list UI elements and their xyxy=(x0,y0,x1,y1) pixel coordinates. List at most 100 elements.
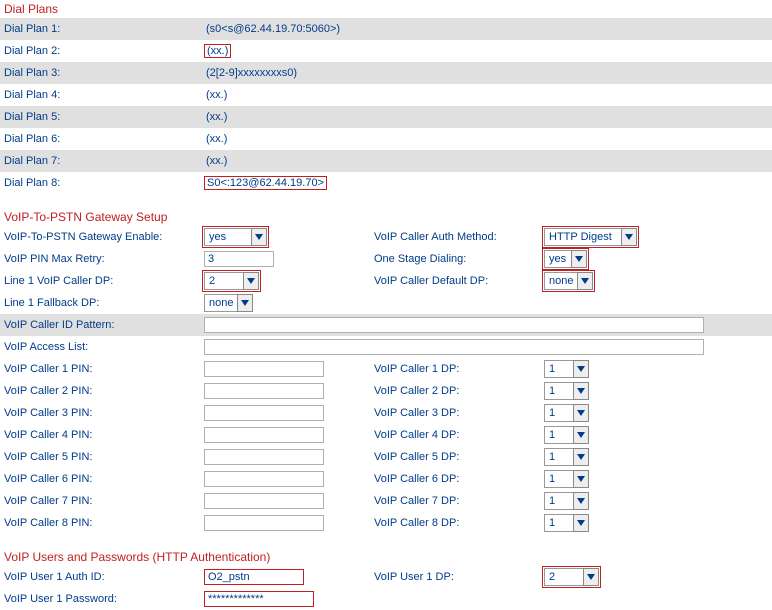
select-gw-enable[interactable]: yes xyxy=(204,228,267,246)
caller-dp-select[interactable]: 1 xyxy=(544,470,589,488)
caller-pin-label: VoIP Caller 3 PIN: xyxy=(4,407,204,419)
caller-dp-label: VoIP Caller 3 DP: xyxy=(374,407,544,419)
caller-row: VoIP Caller 5 PIN:VoIP Caller 5 DP:1 xyxy=(0,446,772,468)
label-pin-retry: VoIP PIN Max Retry: xyxy=(4,253,204,265)
caller-dp-label: VoIP Caller 7 DP: xyxy=(374,495,544,507)
caller-row: VoIP Caller 1 PIN: VoIP Caller 1 DP:1 xyxy=(0,358,772,380)
label-access-list: VoIP Access List: xyxy=(4,341,204,353)
dial-plan-value[interactable]: (xx.) xyxy=(204,44,231,58)
dial-plan-value[interactable]: (xx.) xyxy=(204,89,227,101)
dial-plan-row: Dial Plan 3:(2[2-9]xxxxxxxxs0) xyxy=(0,62,772,84)
caller-row: VoIP Caller 6 PIN: VoIP Caller 6 DP:1 xyxy=(0,468,772,490)
label-line1-dp: Line 1 VoIP Caller DP: xyxy=(4,275,204,287)
caller-pin-label: VoIP Caller 2 PIN: xyxy=(4,385,204,397)
caller-row: VoIP Caller 2 PIN: VoIP Caller 2 DP:1 xyxy=(0,380,772,402)
caller-pin-label: VoIP Caller 1 PIN: xyxy=(4,363,204,375)
caller-pin-label: VoIP Caller 8 PIN: xyxy=(4,517,204,529)
caller-pin-input[interactable] xyxy=(204,361,324,377)
dial-plan-value[interactable]: (2[2-9]xxxxxxxxs0) xyxy=(204,67,297,79)
caller-pin-input[interactable] xyxy=(204,471,324,487)
row-user1-auth: VoIP User 1 Auth ID: VoIP User 1 DP: 2 xyxy=(0,566,772,588)
chevron-down-icon xyxy=(577,272,593,290)
caller-pin-input[interactable] xyxy=(204,449,324,465)
dial-plan-row: Dial Plan 2:(xx.) xyxy=(0,40,772,62)
dial-plan-value[interactable]: (s0<s@62.44.19.70:5060>) xyxy=(204,23,340,35)
dial-plan-row: Dial Plan 4:(xx.) xyxy=(0,84,772,106)
select-one-stage[interactable]: yes xyxy=(544,250,587,268)
caller-pin-label: VoIP Caller 4 PIN: xyxy=(4,429,204,441)
caller-pin-input[interactable] xyxy=(204,383,324,399)
caller-dp-label: VoIP Caller 2 DP: xyxy=(374,385,544,397)
select-auth-method[interactable]: HTTP Digest xyxy=(544,228,637,246)
caller-dp-label: VoIP Caller 1 DP: xyxy=(374,363,544,375)
row-cid-pattern: VoIP Caller ID Pattern: xyxy=(0,314,772,336)
chevron-down-icon xyxy=(573,448,589,466)
chevron-down-icon xyxy=(573,470,589,488)
section-voip-gw: VoIP-To-PSTN Gateway Setup xyxy=(0,208,772,226)
caller-dp-select[interactable]: 1 xyxy=(544,492,589,510)
caller-row: VoIP Caller 7 PIN: VoIP Caller 7 DP:1 xyxy=(0,490,772,512)
caller-pin-label: VoIP Caller 7 PIN: xyxy=(4,495,204,507)
dial-plan-label: Dial Plan 8: xyxy=(4,177,204,189)
caller-pin-label: VoIP Caller 6 PIN: xyxy=(4,473,204,485)
caller-row: VoIP Caller 4 PIN: VoIP Caller 4 DP:1 xyxy=(0,424,772,446)
row-line1-fb: Line 1 Fallback DP: none xyxy=(0,292,772,314)
dial-plan-row: Dial Plan 1:(s0<s@62.44.19.70:5060>) xyxy=(0,18,772,40)
dial-plan-row: Dial Plan 5:(xx.) xyxy=(0,106,772,128)
row-access-list: VoIP Access List: xyxy=(0,336,772,358)
caller-pin-input[interactable] xyxy=(204,405,324,421)
input-pin-retry[interactable] xyxy=(204,251,274,267)
select-default-dp[interactable]: none xyxy=(544,272,593,290)
row-line1-dp: Line 1 VoIP Caller DP: 2 VoIP Caller Def… xyxy=(0,270,772,292)
caller-pin-input[interactable] xyxy=(204,515,324,531)
label-default-dp: VoIP Caller Default DP: xyxy=(374,275,544,287)
chevron-down-icon xyxy=(573,514,589,532)
chevron-down-icon xyxy=(237,294,253,312)
caller-pin-input[interactable] xyxy=(204,427,324,443)
select-user1-dp[interactable]: 2 xyxy=(544,568,599,586)
select-line1-fb[interactable]: none xyxy=(204,294,253,312)
dial-plan-label: Dial Plan 2: xyxy=(4,45,204,57)
chevron-down-icon xyxy=(251,228,267,246)
input-user1-auth[interactable] xyxy=(204,569,304,585)
input-cid-pattern[interactable] xyxy=(204,317,704,333)
caller-dp-select[interactable]: 1 xyxy=(544,404,589,422)
label-cid-pattern: VoIP Caller ID Pattern: xyxy=(4,319,204,331)
chevron-down-icon xyxy=(573,404,589,422)
row-gw-enable: VoIP-To-PSTN Gateway Enable: yes VoIP Ca… xyxy=(0,226,772,248)
dial-plan-value[interactable]: (xx.) xyxy=(204,111,227,123)
caller-dp-select[interactable]: 1 xyxy=(544,382,589,400)
dial-plan-label: Dial Plan 3: xyxy=(4,67,204,79)
caller-pin-input[interactable] xyxy=(204,493,324,509)
caller-dp-select[interactable]: 1 xyxy=(544,426,589,444)
dial-plan-label: Dial Plan 1: xyxy=(4,23,204,35)
label-one-stage: One Stage Dialing: xyxy=(374,253,544,265)
row-pin-retry: VoIP PIN Max Retry: One Stage Dialing: y… xyxy=(0,248,772,270)
dial-plan-label: Dial Plan 4: xyxy=(4,89,204,101)
dial-plan-value[interactable]: S0<:123@62.44.19.70> xyxy=(204,176,327,190)
dial-plan-row: Dial Plan 8:S0<:123@62.44.19.70> xyxy=(0,172,772,194)
label-user1-pw: VoIP User 1 Password: xyxy=(4,593,204,605)
caller-pin-label: VoIP Caller 5 PIN: xyxy=(4,451,204,463)
chevron-down-icon xyxy=(571,250,587,268)
dial-plan-label: Dial Plan 5: xyxy=(4,111,204,123)
select-line1-dp[interactable]: 2 xyxy=(204,272,259,290)
input-user1-pw[interactable] xyxy=(204,591,314,607)
caller-dp-label: VoIP Caller 4 DP: xyxy=(374,429,544,441)
dial-plan-value[interactable]: (xx.) xyxy=(204,133,227,145)
label-user1-auth: VoIP User 1 Auth ID: xyxy=(4,571,204,583)
chevron-down-icon xyxy=(583,568,599,586)
input-access-list[interactable] xyxy=(204,339,704,355)
chevron-down-icon xyxy=(573,360,589,378)
dial-plan-row: Dial Plan 6:(xx.) xyxy=(0,128,772,150)
dial-plan-label: Dial Plan 7: xyxy=(4,155,204,167)
dial-plan-value[interactable]: (xx.) xyxy=(204,155,227,167)
section-voip-users: VoIP Users and Passwords (HTTP Authentic… xyxy=(0,548,772,566)
caller-dp-select[interactable]: 1 xyxy=(544,448,589,466)
caller-dp-select[interactable]: 1 xyxy=(544,360,589,378)
label-line1-fb: Line 1 Fallback DP: xyxy=(4,297,204,309)
caller-dp-label: VoIP Caller 6 DP: xyxy=(374,473,544,485)
caller-row: VoIP Caller 3 PIN: VoIP Caller 3 DP:1 xyxy=(0,402,772,424)
caller-dp-select[interactable]: 1 xyxy=(544,514,589,532)
chevron-down-icon xyxy=(621,228,637,246)
